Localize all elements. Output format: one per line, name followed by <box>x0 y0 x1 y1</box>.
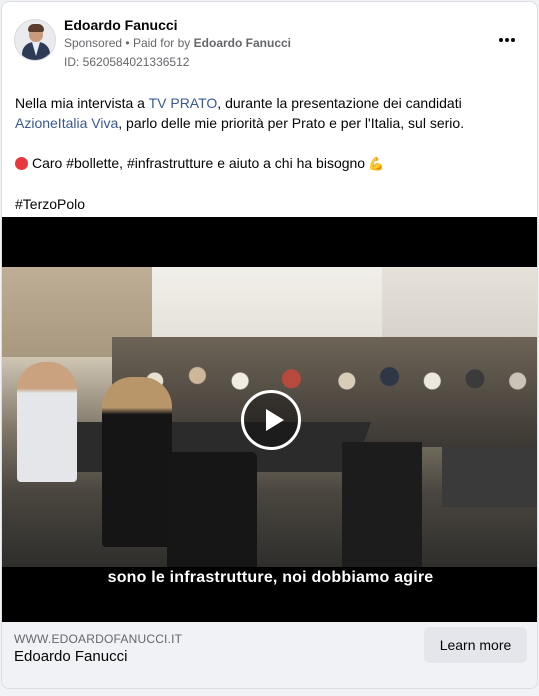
sponsored-line: Sponsored • Paid for by Edoardo Fanucci <box>64 36 291 50</box>
body-text-segment: Nella mia intervista a <box>15 95 149 111</box>
body-line-3: Caro #bollette, #infrastrutture e aiuto … <box>15 153 524 174</box>
avatar-hair <box>28 24 44 32</box>
post-body-text: Nella mia intervista a TV PRATO, durante… <box>2 80 537 214</box>
ad-card: Edoardo Fanucci Sponsored • Paid for by … <box>1 1 538 689</box>
body-text-segment: , parlo delle mie priorità per Prato e p… <box>118 115 465 131</box>
video-player[interactable]: sono le infrastrutture, noi dobbiamo agi… <box>2 217 537 622</box>
video-caption: sono le infrastrutture, noi dobbiamo agi… <box>107 569 434 586</box>
page-avatar[interactable] <box>14 19 56 61</box>
tv-prato-link[interactable]: TV PRATO <box>149 95 218 111</box>
link-domain: WWW.EDOARDOFANUCCI.IT <box>14 632 183 646</box>
more-options-icon-dot <box>505 38 509 42</box>
more-options-icon-dot <box>511 38 515 42</box>
play-button[interactable] <box>241 390 301 450</box>
post-header: Edoardo Fanucci Sponsored • Paid for by … <box>2 2 537 80</box>
body-line-2: AzioneItalia Viva, parlo delle mie prior… <box>15 113 524 133</box>
link-title: Edoardo Fanucci <box>14 648 128 665</box>
more-options-icon <box>499 38 503 42</box>
paid-for-name: Edoardo Fanucci <box>193 36 292 50</box>
video-chair <box>167 452 257 567</box>
body-text-segment: Caro #bollette, #infrastrutture e aiuto … <box>32 155 366 171</box>
video-mixer <box>442 447 537 507</box>
flexed-biceps-emoji-icon: 💪 <box>368 156 385 171</box>
video-loudspeaker <box>342 442 422 567</box>
page-name[interactable]: Edoardo Fanucci <box>64 17 178 33</box>
play-icon <box>266 409 284 431</box>
hashtag-line: #TerzoPolo <box>15 194 524 214</box>
learn-more-button[interactable]: Learn more <box>424 627 527 663</box>
video-speaker-woman <box>102 377 172 547</box>
body-line-1: Nella mia intervista a TV PRATO, durante… <box>15 93 524 113</box>
paid-for-label: Paid for by <box>132 36 191 50</box>
azione-italia-viva-link[interactable]: AzioneItalia Viva <box>15 115 118 131</box>
body-text-segment: , durante la presentazione dei candidati <box>217 95 462 111</box>
red-circle-emoji-icon <box>15 157 28 170</box>
more-options-button[interactable] <box>495 30 519 50</box>
video-speaker-man <box>17 362 77 482</box>
terzo-polo-hashtag[interactable]: #TerzoPolo <box>15 196 85 212</box>
link-footer[interactable]: WWW.EDOARDOFANUCCI.IT Edoardo Fanucci Le… <box>2 622 537 688</box>
separator-dot: • <box>125 36 130 50</box>
ad-id: ID: 5620584021336512 <box>64 55 190 69</box>
sponsored-label: Sponsored <box>64 36 123 50</box>
